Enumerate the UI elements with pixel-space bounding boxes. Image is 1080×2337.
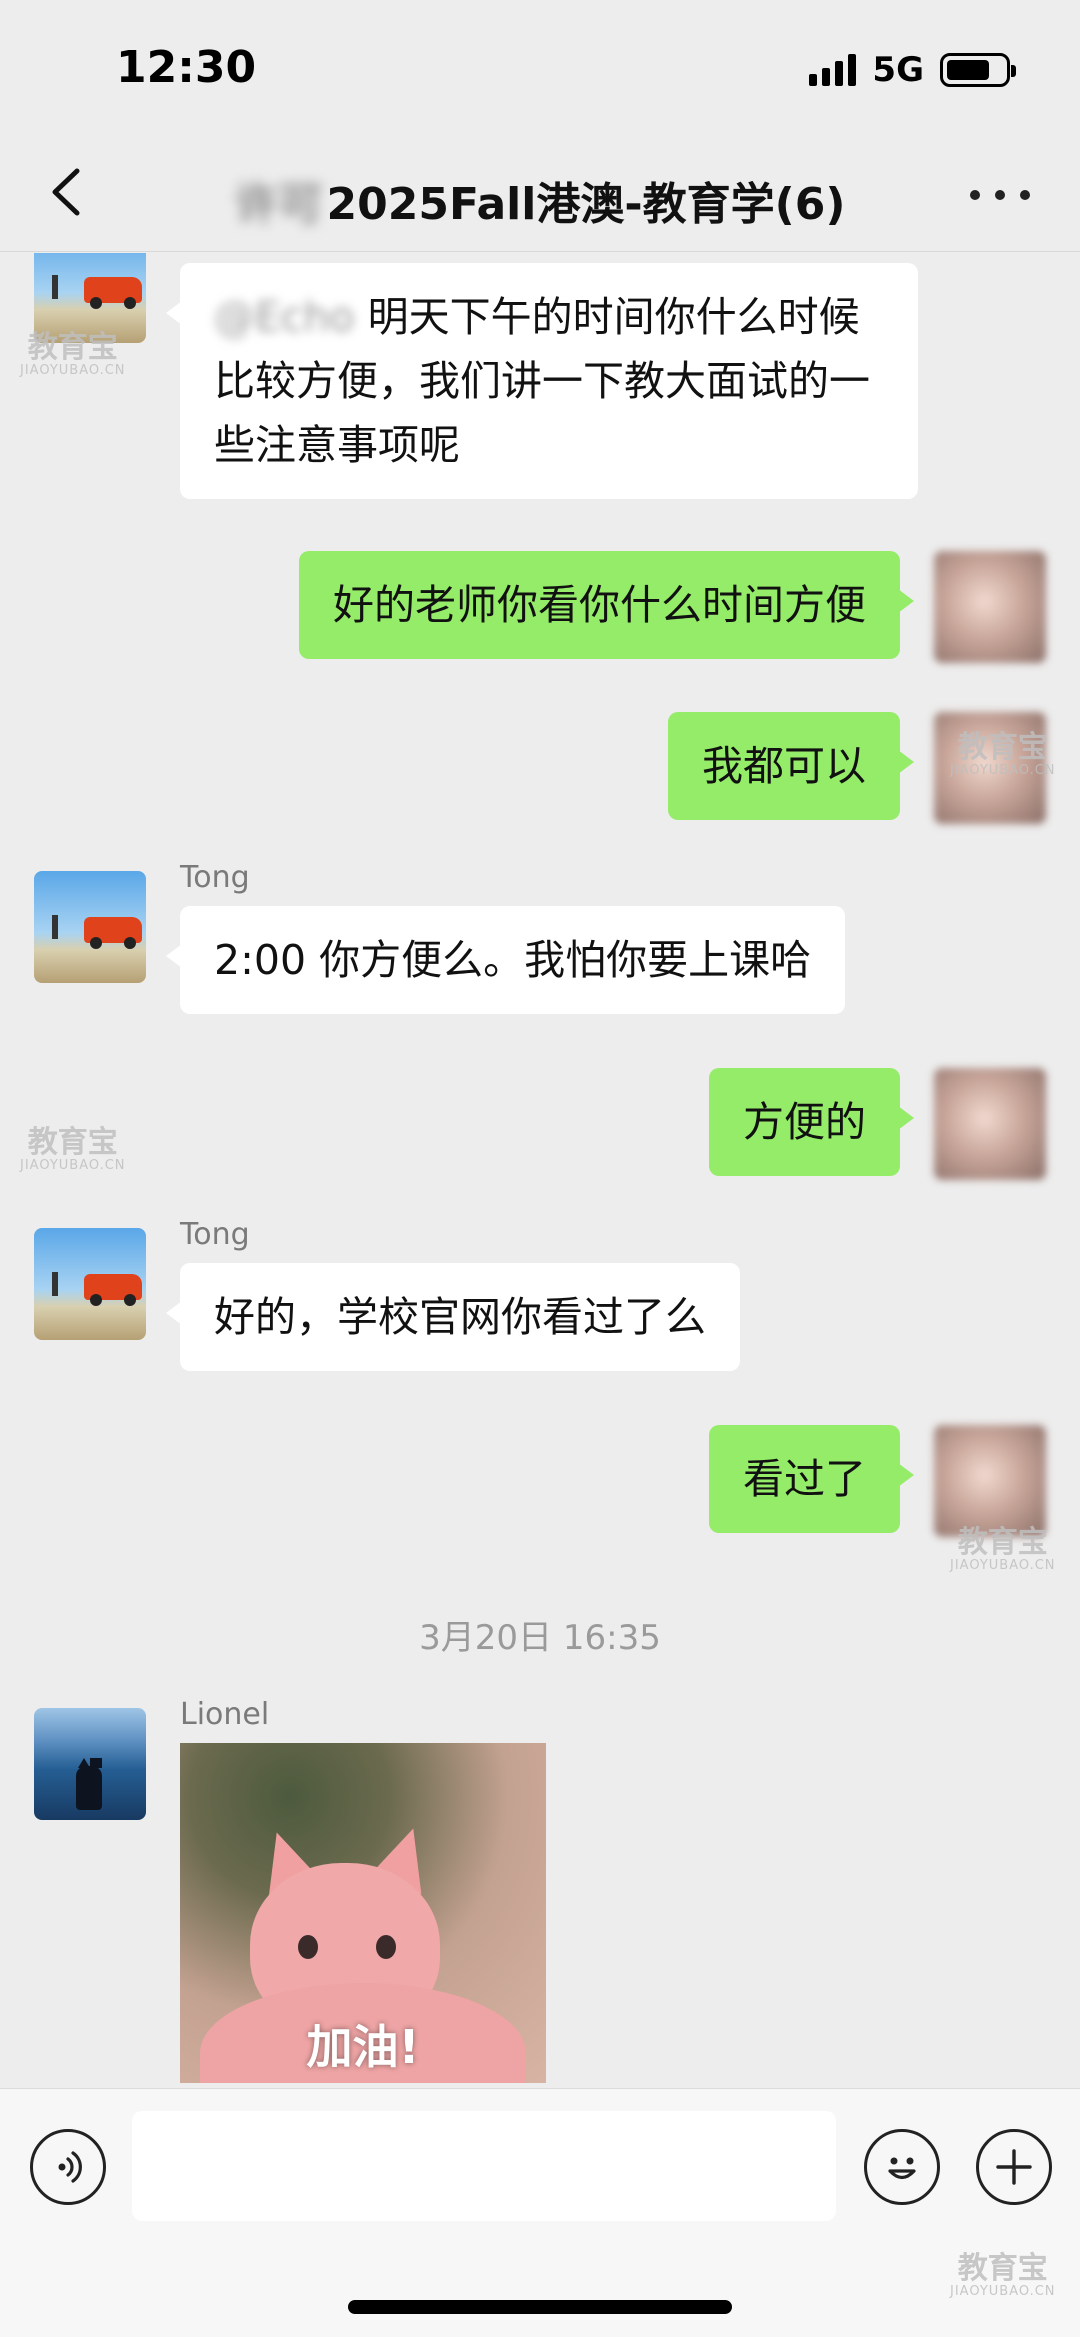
avatar-tong[interactable] bbox=[34, 1228, 146, 1340]
status-indicators: 5G bbox=[809, 50, 1016, 90]
voice-icon bbox=[58, 2151, 82, 2183]
more-dot-icon bbox=[970, 190, 980, 200]
avatar-me[interactable] bbox=[934, 551, 1046, 663]
avatar-me[interactable] bbox=[934, 1068, 1046, 1180]
avatar-me[interactable] bbox=[934, 1425, 1046, 1537]
plus-icon bbox=[996, 2149, 1032, 2185]
sender-name: Lionel bbox=[180, 1697, 270, 1732]
message-timestamp: 3月20日 16:35 bbox=[419, 1618, 661, 1658]
sticker-caption: 加油! bbox=[306, 2020, 420, 2074]
message-bubble-incoming[interactable]: 2:00 你方便么。我怕你要上课哈 bbox=[165, 906, 846, 1014]
message-text: 好的老师你看你什么时间方便 bbox=[333, 581, 866, 629]
watermark: 教育宝 JIAOYUBAO.CN bbox=[950, 730, 1056, 779]
chat-title-blurred-prefix: 许可 bbox=[234, 179, 323, 230]
message-text: 我都可以 bbox=[702, 742, 866, 790]
more-actions-button[interactable] bbox=[976, 2129, 1052, 2205]
more-dot-icon bbox=[995, 190, 1005, 200]
battery-icon bbox=[940, 53, 1016, 87]
message-bubble-incoming[interactable]: 好的，学校官网你看过了么 bbox=[166, 1263, 740, 1371]
avatar-lionel[interactable] bbox=[34, 1708, 146, 1820]
message-bubble-incoming[interactable]: @Echo 明天下午的时间你什么时候比较方便，我们讲一下教大面试的一些注意事项呢 bbox=[166, 263, 918, 499]
avatar-tong[interactable] bbox=[34, 871, 146, 983]
watermark: 教育宝 JIAOYUBAO.CN bbox=[950, 2251, 1056, 2300]
sticker-image[interactable]: 加油! bbox=[180, 1743, 546, 2083]
more-options-button[interactable] bbox=[970, 170, 1030, 220]
status-bar: 12:30 5G bbox=[0, 0, 1080, 140]
message-list[interactable]: @Echo 明天下午的时间你什么时候比较方便，我们讲一下教大面试的一些注意事项呢… bbox=[0, 253, 1080, 2083]
chat-title: 许可2025Fall港澳-教育学(6) bbox=[0, 168, 1080, 232]
watermark: 教育宝 JIAOYUBAO.CN bbox=[20, 1125, 126, 1174]
message-bubble-outgoing[interactable]: 方便的 bbox=[709, 1068, 914, 1176]
mention-blurred: @Echo bbox=[214, 293, 355, 341]
input-bar: 教育宝 JIAOYUBAO.CN bbox=[0, 2088, 1080, 2337]
network-type: 5G bbox=[872, 50, 924, 90]
message-text: 看过了 bbox=[743, 1455, 866, 1503]
chat-title-text: 2025Fall港澳-教育学(6) bbox=[326, 179, 846, 230]
message-text: 方便的 bbox=[743, 1098, 866, 1146]
message-text: 好的，学校官网你看过了么 bbox=[214, 1293, 706, 1341]
home-indicator[interactable] bbox=[348, 2300, 732, 2314]
more-dot-icon bbox=[1020, 190, 1030, 200]
watermark: 教育宝 JIAOYUBAO.CN bbox=[20, 330, 126, 379]
chat-header: 许可2025Fall港澳-教育学(6) bbox=[0, 140, 1080, 252]
emoji-button[interactable] bbox=[864, 2129, 940, 2205]
signal-icon bbox=[809, 54, 857, 86]
smile-icon bbox=[888, 2157, 916, 2180]
sender-name: Tong bbox=[180, 1217, 250, 1252]
sender-name: Tong bbox=[180, 860, 250, 895]
message-bubble-outgoing[interactable]: 看过了 bbox=[709, 1425, 914, 1533]
message-input[interactable] bbox=[132, 2111, 836, 2221]
message-bubble-outgoing[interactable]: 好的老师你看你什么时间方便 bbox=[299, 551, 914, 659]
message-bubble-outgoing[interactable]: 我都可以 bbox=[668, 712, 914, 820]
status-time: 12:30 bbox=[116, 42, 257, 93]
watermark: 教育宝 JIAOYUBAO.CN bbox=[950, 1525, 1056, 1574]
voice-input-button[interactable] bbox=[30, 2129, 106, 2205]
message-text: 2:00 你方便么。我怕你要上课哈 bbox=[214, 936, 812, 984]
